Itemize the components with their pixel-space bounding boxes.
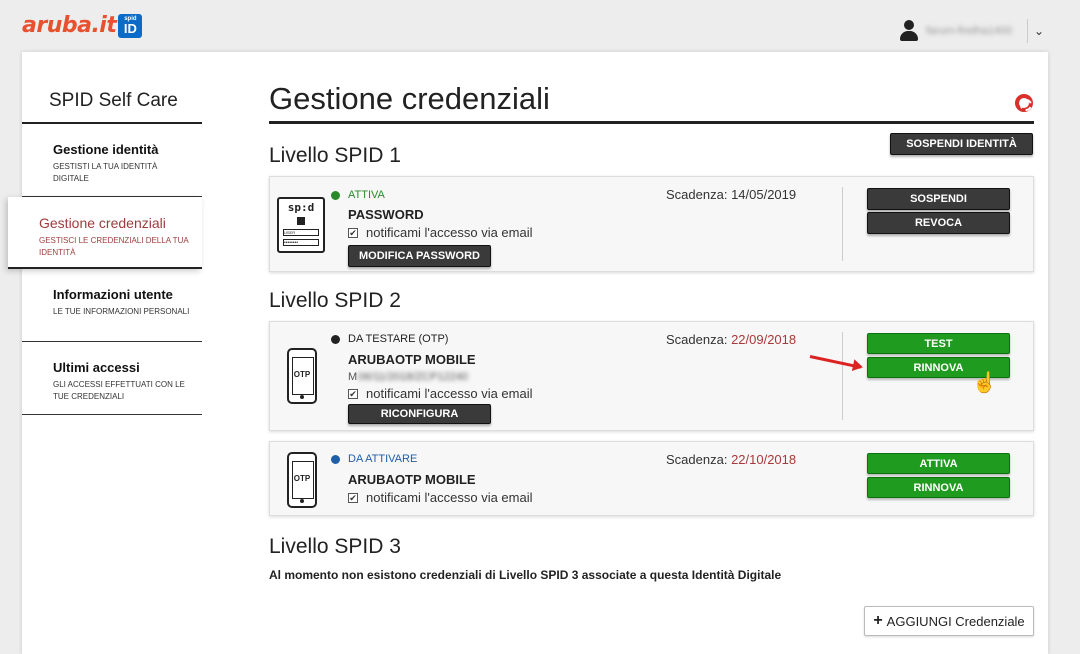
status-dot <box>331 190 340 200</box>
hand-cursor-icon: ☝ <box>972 372 997 394</box>
user-name: farum-firelha1400 <box>925 25 1013 37</box>
sidebar-item-gestione-identita[interactable]: Gestione identità GESTISTI LA TUA IDENTI… <box>22 124 202 197</box>
lifebuoy-help-icon[interactable] <box>1015 94 1033 112</box>
level1-title: Livello SPID 1 <box>269 144 401 167</box>
sidebar-title: SPID Self Care <box>22 52 202 124</box>
credential-otp-test-card: OTP DA TESTARE (OTP) ARUBAOTP MOBILE M 0… <box>269 321 1034 431</box>
spid-password-icon: sp:d USER •••••••• <box>277 197 325 253</box>
sidebar-item-label: Informazioni utente <box>53 287 173 302</box>
credential-name: ARUBAOTP MOBILE <box>348 472 476 487</box>
status-badge: DA ATTIVARE <box>331 453 417 465</box>
sidebar-item-gestione-credenziali[interactable]: Gestione credenziali GESTISCI LE CREDENZ… <box>8 197 202 269</box>
status-dot <box>331 454 340 464</box>
divider <box>1026 19 1028 43</box>
page-title: Gestione credenziali <box>269 52 1034 124</box>
otp-phone-icon: OTP <box>287 452 317 508</box>
sidebar: SPID Self Care Gestione identità GESTIST… <box>8 52 202 415</box>
checkbox-icon[interactable]: ✔ <box>348 388 358 399</box>
credential-name: PASSWORD <box>348 207 424 222</box>
suspend-button[interactable]: SOSPENDI <box>867 188 1010 210</box>
status-badge: DA TESTARE (OTP) <box>331 333 448 345</box>
top-bar: aruba.it spid ID farum-firelha1400 ⌄ <box>0 0 1080 52</box>
test-button[interactable]: TEST <box>867 333 1010 354</box>
plus-icon: + <box>873 612 883 629</box>
spid-id-badge: spid ID <box>118 13 143 38</box>
main-content: Gestione credenziali SOSPENDI IDENTITÀ L… <box>269 52 1034 636</box>
suspend-identity-button[interactable]: SOSPENDI IDENTITÀ <box>890 133 1033 155</box>
user-icon <box>899 20 918 42</box>
level3-empty-message: Al momento non esistono credenziali di L… <box>269 568 782 582</box>
renew-button[interactable]: RINNOVA <box>867 477 1010 498</box>
notify-email-checkbox[interactable]: ✔ notificami l'accesso via email <box>348 386 533 401</box>
status-badge: ATTIVA <box>331 189 385 201</box>
sidebar-item-label: Gestione identità <box>53 142 159 157</box>
sidebar-item-label: Gestione credenziali <box>39 215 166 231</box>
notify-email-checkbox[interactable]: ✔ notificami l'accesso via email <box>348 225 533 240</box>
expiry-date: Scadenza: 22/10/2018 <box>666 452 797 467</box>
credential-password-card: sp:d USER •••••••• ATTIVA PASSWORD ✔ not… <box>269 176 1034 272</box>
divider <box>842 187 843 261</box>
credential-name: ARUBAOTP MOBILE <box>348 352 476 367</box>
sidebar-item-sublabel: GLI ACCESSI EFFETTUATI CON LE TUE CREDEN… <box>53 380 185 401</box>
chevron-down-icon[interactable]: ⌄ <box>1034 24 1044 38</box>
sidebar-item-label: Ultimi accessi <box>53 360 140 375</box>
sidebar-item-sublabel: GESTISTI LA TUA IDENTITÀ DIGITALE <box>53 162 158 183</box>
level3-title: Livello SPID 3 <box>269 535 401 558</box>
level2-title: Livello SPID 2 <box>269 289 401 312</box>
sidebar-item-informazioni-utente[interactable]: Informazioni utente LE TUE INFORMAZIONI … <box>22 269 202 342</box>
expiry-date: Scadenza: 14/05/2019 <box>666 187 797 202</box>
logo-text: aruba.it <box>22 13 117 38</box>
content-card: SPID Self Care Gestione identità GESTIST… <box>8 52 1048 654</box>
sidebar-item-ultimi-accessi[interactable]: Ultimi accessi GLI ACCESSI EFFETTUATI CO… <box>22 342 202 415</box>
status-dot <box>331 334 340 344</box>
sidebar-item-sublabel: LE TUE INFORMAZIONI PERSONALI <box>53 307 190 316</box>
reconfigure-button[interactable]: RICONFIGURA <box>348 404 491 424</box>
add-credential-button[interactable]: + AGGIUNGI Credenziale <box>864 606 1034 636</box>
activate-button[interactable]: ATTIVA <box>867 453 1010 474</box>
sidebar-item-sublabel: GESTISCI LE CREDENZIALI DELLA TUA IDENTI… <box>39 236 189 257</box>
device-id: M 06/11/2018/ZCP12240 <box>348 371 469 383</box>
otp-phone-icon: OTP <box>287 348 317 404</box>
checkbox-icon[interactable]: ✔ <box>348 227 358 238</box>
user-menu[interactable]: farum-firelha1400 ⌄ <box>899 19 1044 43</box>
revoke-button[interactable]: REVOCA <box>867 212 1010 234</box>
modify-password-button[interactable]: MODIFICA PASSWORD <box>348 245 491 267</box>
notify-email-checkbox[interactable]: ✔ notificami l'accesso via email <box>348 490 533 505</box>
divider <box>842 332 843 420</box>
credential-otp-activate-card: OTP DA ATTIVARE ARUBAOTP MOBILE ✔ notifi… <box>269 441 1034 516</box>
aruba-logo[interactable]: aruba.it spid ID <box>22 13 143 38</box>
expiry-date: Scadenza: 22/09/2018 <box>666 332 797 347</box>
checkbox-icon[interactable]: ✔ <box>348 492 358 503</box>
